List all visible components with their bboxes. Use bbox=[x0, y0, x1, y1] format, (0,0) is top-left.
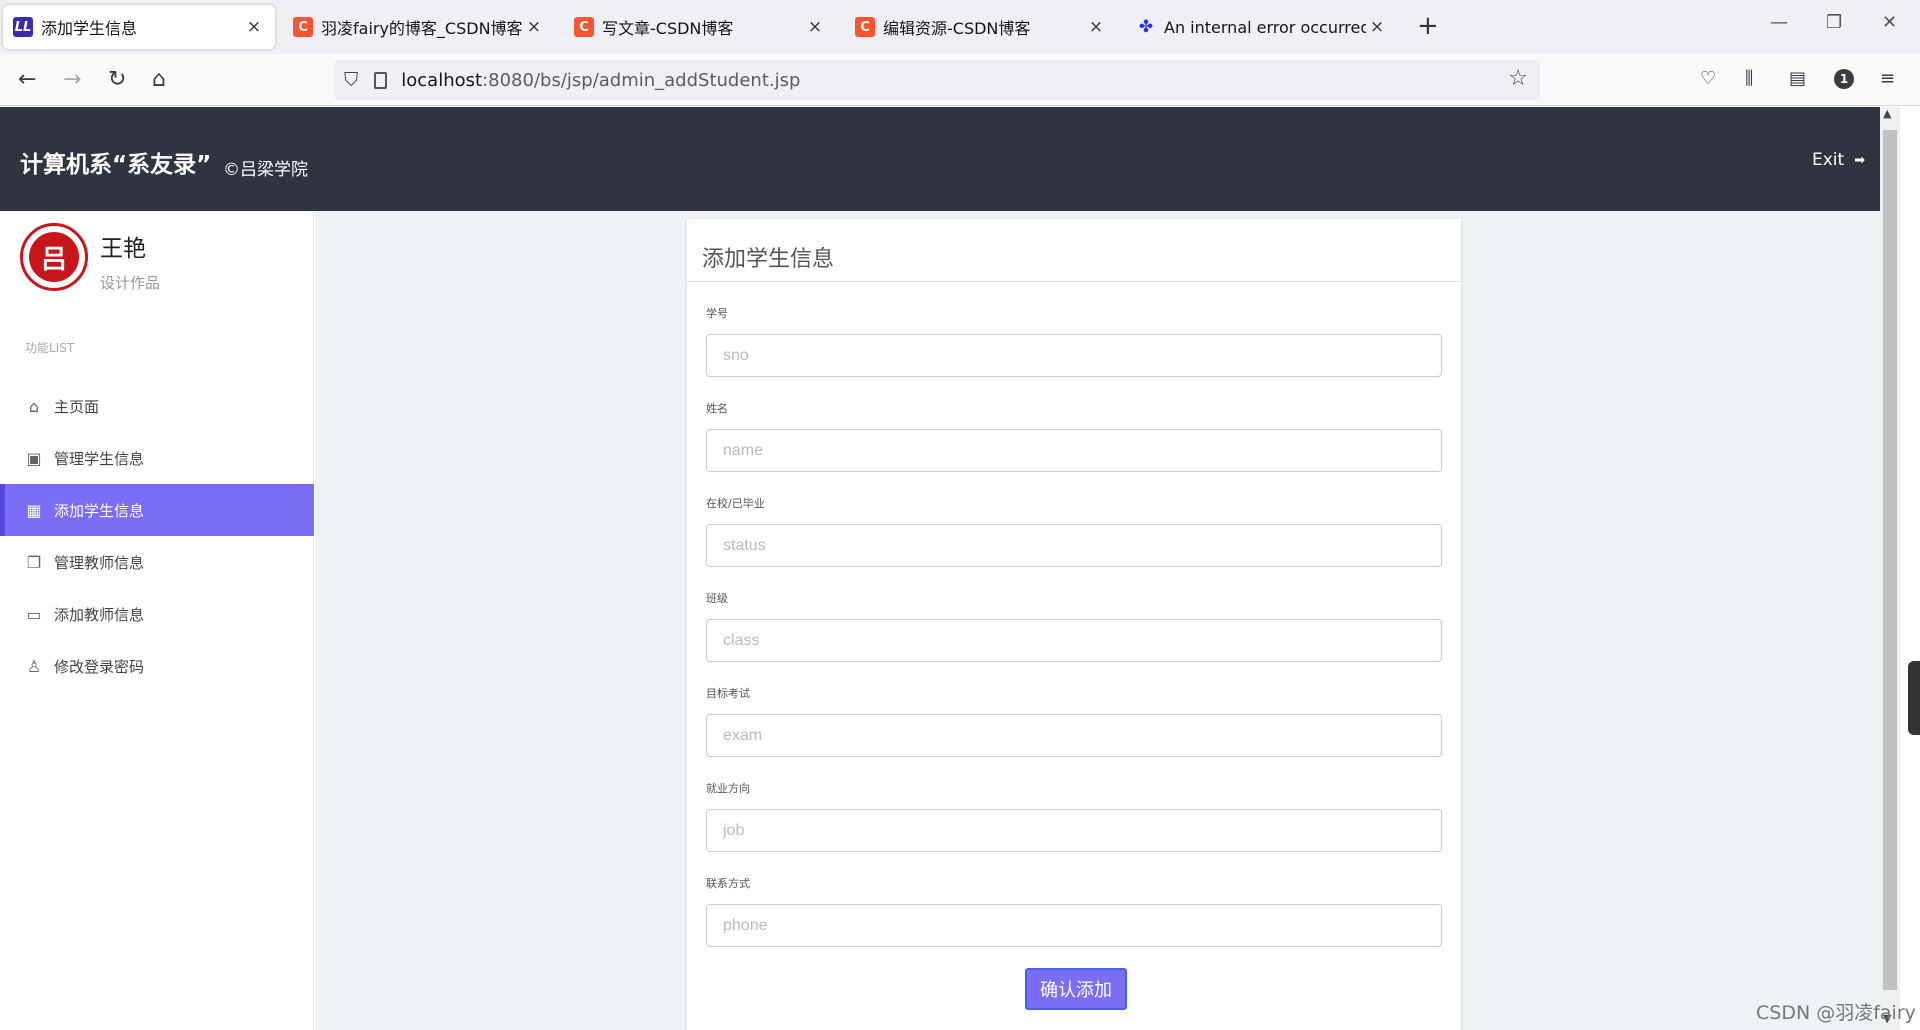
university-seal-icon: 吕 bbox=[29, 232, 79, 282]
app-header: 计算机系“系友录” ©吕梁学院 Exit ➡ bbox=[0, 107, 1900, 211]
csdn-icon: C bbox=[293, 17, 313, 37]
add-student-form: 添加学生信息 学号 姓名 在校/已毕业 班级 目标考试 就业方向 联系方式 确认… bbox=[687, 219, 1461, 1030]
sidebar: 吕 王艳 设计作品 功能LIST ⌂ 主页面 ▣ 管理学生信息 ▦ 添加学生信息… bbox=[0, 211, 314, 1030]
page-icon bbox=[374, 71, 388, 89]
exit-label: Exit bbox=[1812, 150, 1845, 170]
tab-internal-error[interactable]: ✤ An internal error occurred du × bbox=[1126, 5, 1398, 49]
forward-arrow-icon[interactable]: → bbox=[63, 67, 81, 93]
tab-csdn-blog[interactable]: C 羽凌fairy的博客_CSDN博客-计 × bbox=[283, 5, 555, 49]
exit-button[interactable]: Exit ➡ bbox=[1812, 150, 1865, 170]
sno-label: 学号 bbox=[706, 307, 728, 320]
sno-input[interactable] bbox=[706, 334, 1442, 377]
back-arrow-icon[interactable]: ← bbox=[18, 67, 36, 93]
sidebar-item-label: 添加教师信息 bbox=[54, 605, 145, 624]
ll-logo-icon: LL bbox=[13, 17, 33, 37]
sidebar-menu: ⌂ 主页面 ▣ 管理学生信息 ▦ 添加学生信息 ❐ 管理教师信息 ▭ 添加教师信… bbox=[0, 380, 314, 692]
exam-label: 目标考试 bbox=[706, 687, 750, 700]
tab-title: An internal error occurred du bbox=[1164, 17, 1366, 37]
avatar: 吕 bbox=[20, 223, 88, 291]
job-input[interactable] bbox=[706, 809, 1442, 852]
minimize-icon[interactable]: — bbox=[1770, 12, 1788, 33]
phone-input[interactable] bbox=[706, 904, 1442, 947]
scrollbar-thumb[interactable] bbox=[1883, 130, 1897, 990]
status-label: 在校/已毕业 bbox=[706, 497, 765, 510]
close-icon[interactable]: × bbox=[523, 17, 545, 37]
home-icon: ⌂ bbox=[28, 396, 40, 416]
browser-nav-bar: ← → ↻ ⌂ ⛉ localhost:8080/bs/jsp/admin_ad… bbox=[0, 54, 1920, 106]
name-input[interactable] bbox=[706, 429, 1442, 472]
job-label: 就业方向 bbox=[706, 782, 750, 795]
teacher-manage-icon: ❐ bbox=[26, 552, 42, 572]
sidebar-item-add-student[interactable]: ▦ 添加学生信息 bbox=[0, 484, 314, 536]
browser-tab-bar: LL 添加学生信息 × C 羽凌fairy的博客_CSDN博客-计 × C 写文… bbox=[0, 0, 1920, 54]
tab-write-article[interactable]: C 写文章-CSDN博客 × bbox=[564, 5, 836, 49]
sidebar-item-home[interactable]: ⌂ 主页面 bbox=[0, 380, 314, 432]
student-add-icon: ▦ bbox=[26, 500, 42, 520]
brand-subtitle: ©吕梁学院 bbox=[223, 160, 308, 180]
student-manage-icon: ▣ bbox=[26, 448, 42, 468]
shield-icon[interactable]: ⛉ bbox=[344, 69, 358, 91]
exam-input[interactable] bbox=[706, 714, 1442, 757]
pocket-icon[interactable]: ♡ bbox=[1700, 68, 1716, 89]
sign-out-icon: ➡ bbox=[1854, 152, 1866, 168]
tab-title: 写文章-CSDN博客 bbox=[602, 19, 734, 38]
scroll-up-arrow-icon[interactable]: ▲ bbox=[1883, 107, 1891, 120]
csdn-icon: C bbox=[855, 17, 875, 37]
divider bbox=[687, 281, 1461, 282]
user-icon: ♙ bbox=[26, 656, 42, 676]
sidebar-toggle-icon[interactable]: ▤ bbox=[1789, 68, 1806, 89]
sidebar-item-manage-students[interactable]: ▣ 管理学生信息 bbox=[0, 432, 314, 484]
brand-title: 计算机系“系友录” bbox=[20, 152, 212, 178]
sidebar-item-label: 主页面 bbox=[54, 397, 100, 416]
tab-add-student[interactable]: LL 添加学生信息 × bbox=[3, 5, 275, 49]
home-icon[interactable]: ⌂ bbox=[152, 67, 166, 93]
user-subtitle: 设计作品 bbox=[100, 274, 161, 292]
sidebar-item-manage-teachers[interactable]: ❐ 管理教师信息 bbox=[0, 536, 314, 588]
tab-edit-resource[interactable]: C 编辑资源-CSDN博客 × bbox=[845, 5, 1117, 49]
menu-icon[interactable]: ≡ bbox=[1880, 68, 1895, 89]
close-icon[interactable]: × bbox=[243, 17, 265, 37]
close-icon[interactable]: × bbox=[1085, 17, 1107, 37]
teacher-add-icon: ▭ bbox=[26, 604, 42, 624]
watermark: CSDN @羽凌fairy bbox=[1756, 1002, 1916, 1024]
menu-caption: 功能LIST bbox=[25, 341, 75, 355]
name-label: 姓名 bbox=[706, 402, 728, 415]
address-bar[interactable]: ⛉ localhost:8080/bs/jsp/admin_addStudent… bbox=[334, 60, 1540, 100]
class-label: 班级 bbox=[706, 592, 728, 605]
url-text[interactable]: localhost:8080/bs/jsp/admin_addStudent.j… bbox=[401, 70, 800, 91]
new-tab-button[interactable]: + bbox=[1417, 12, 1439, 40]
url-host: localhost bbox=[401, 69, 483, 91]
sidebar-item-label: 管理学生信息 bbox=[54, 449, 145, 468]
tab-title: 编辑资源-CSDN博客 bbox=[883, 19, 1031, 38]
status-input[interactable] bbox=[706, 524, 1442, 567]
side-widget-handle[interactable] bbox=[1908, 661, 1920, 735]
sidebar-item-label: 修改登录密码 bbox=[54, 657, 145, 676]
baidu-paw-icon: ✤ bbox=[1138, 17, 1154, 37]
sidebar-item-add-teacher[interactable]: ▭ 添加教师信息 bbox=[0, 588, 314, 640]
sidebar-item-change-password[interactable]: ♙ 修改登录密码 bbox=[0, 640, 314, 692]
url-path: :8080/bs/jsp/admin_addStudent.jsp bbox=[482, 69, 801, 91]
restore-icon[interactable]: ❐ bbox=[1826, 12, 1842, 33]
window-edge bbox=[1900, 107, 1920, 1030]
close-icon[interactable]: × bbox=[804, 17, 826, 37]
class-input[interactable] bbox=[706, 619, 1442, 662]
tab-title: 添加学生信息 bbox=[41, 19, 138, 38]
sidebar-item-label: 添加学生信息 bbox=[54, 501, 145, 520]
confirm-add-button[interactable]: 确认添加 bbox=[1025, 968, 1127, 1010]
tab-title: 羽凌fairy的博客_CSDN博客-计 bbox=[321, 19, 523, 38]
bookmark-star-icon[interactable]: ☆ bbox=[1508, 66, 1528, 91]
close-icon[interactable]: × bbox=[1366, 17, 1388, 37]
csdn-icon: C bbox=[574, 17, 594, 37]
form-title: 添加学生信息 bbox=[702, 247, 835, 272]
reload-icon[interactable]: ↻ bbox=[108, 67, 126, 93]
sidebar-item-label: 管理教师信息 bbox=[54, 553, 145, 572]
user-name: 王艳 bbox=[100, 236, 146, 262]
window-close-icon[interactable]: ✕ bbox=[1882, 12, 1897, 33]
notification-badge[interactable]: 1 bbox=[1834, 69, 1854, 89]
phone-label: 联系方式 bbox=[706, 877, 750, 890]
library-icon[interactable]: ⫼ bbox=[1745, 68, 1753, 89]
